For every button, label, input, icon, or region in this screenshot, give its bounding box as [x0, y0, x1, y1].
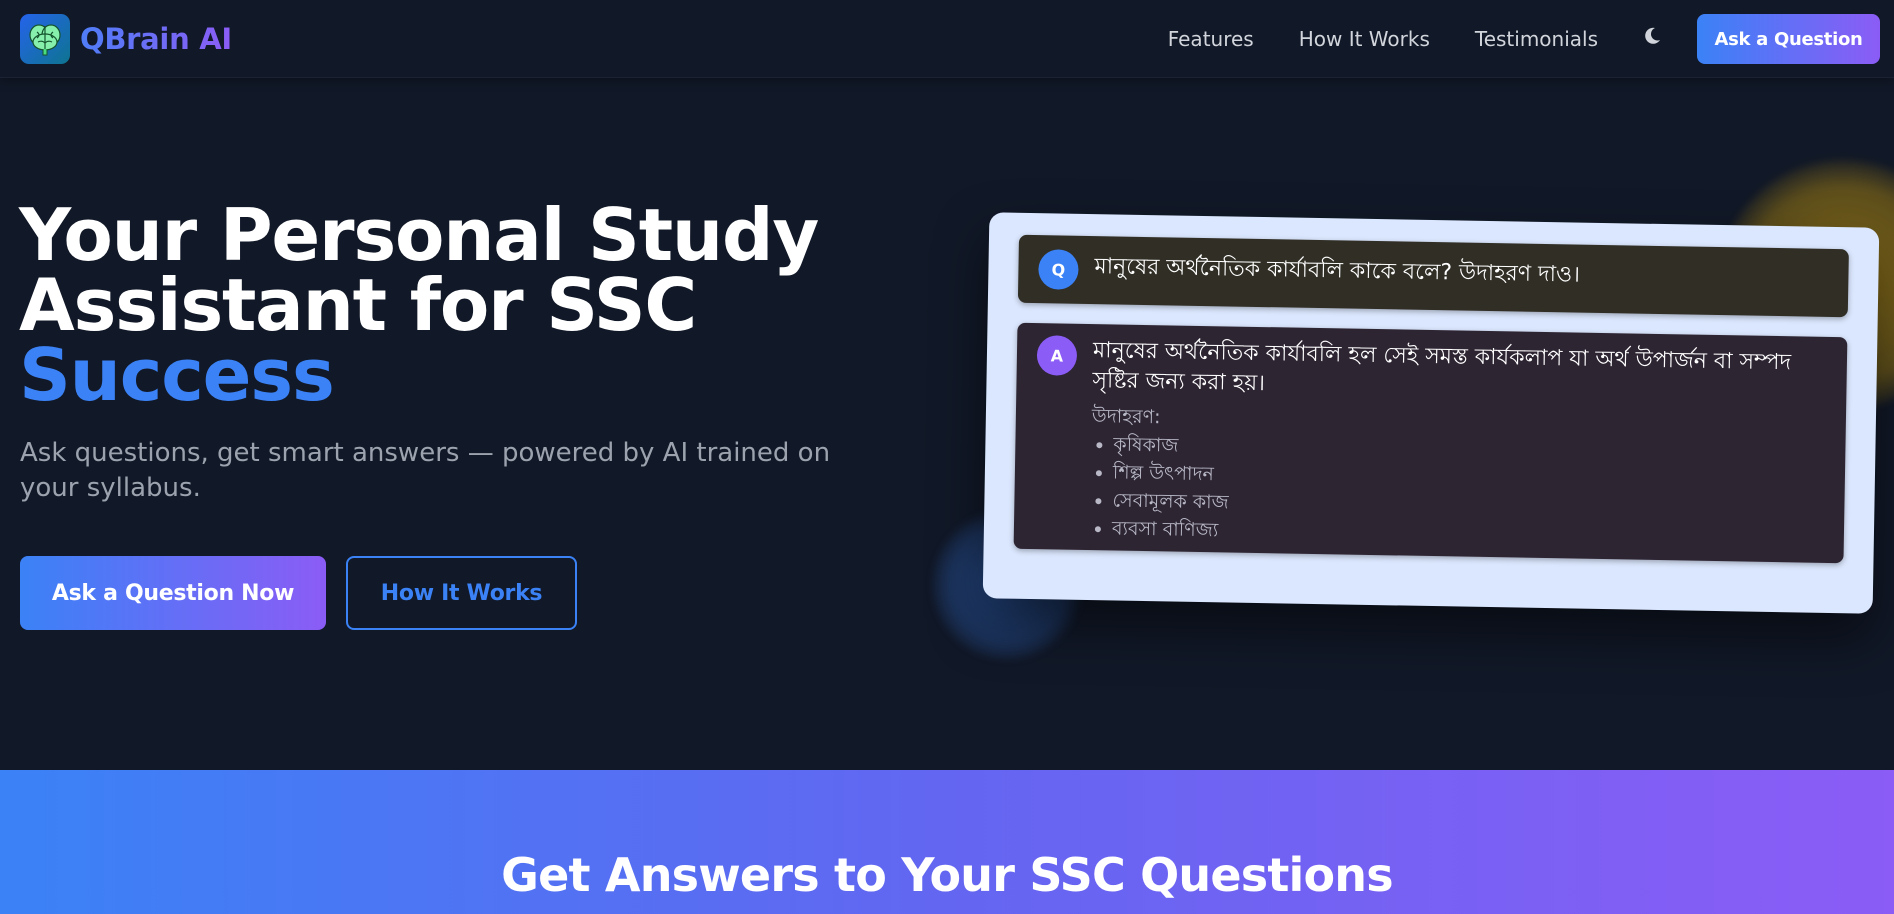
ask-question-nav-button[interactable]: Ask a Question	[1697, 14, 1880, 64]
answer-message: A মানুষের অর্থনৈতিক কার্যাবলি হল সেই সমস…	[1013, 322, 1848, 564]
ask-section: Get Answers to Your SSC Questions	[0, 770, 1894, 914]
nav-link-how-it-works[interactable]: How It Works	[1299, 27, 1430, 51]
hero-title: Your Personal Study Assistant for SSC Su…	[19, 199, 819, 417]
brand-name: QBrain AI	[80, 22, 232, 56]
nav-links: Features How It Works Testimonials Ask a…	[1168, 0, 1894, 78]
how-it-works-button[interactable]: How It Works	[346, 556, 577, 630]
examples-list: কৃষিকাজ শিল্প উৎপাদন সেবামূলক কাজ ব্যবসা…	[1090, 430, 1230, 544]
answer-avatar: A	[1036, 335, 1078, 376]
question-avatar: Q	[1038, 249, 1079, 290]
question-text: মানুষের অর্থনৈতিক কার্যাবলি কাকে বলে? উদ…	[1094, 254, 1581, 288]
section-title: Get Answers to Your SSC Questions	[501, 848, 1394, 902]
question-message: Q মানুষের অর্থনৈতিক কার্যাবলি কাকে বলে? …	[1017, 234, 1849, 318]
navbar: QBrain AI Features How It Works Testimon…	[0, 0, 1894, 78]
hero-subtitle: Ask questions, get smart answers — power…	[20, 438, 831, 503]
list-item: কৃষিকাজ	[1091, 430, 1230, 460]
brain-icon	[20, 14, 70, 64]
list-item: শিল্প উৎপাদন	[1091, 458, 1230, 488]
ask-question-now-button[interactable]: Ask a Question Now	[20, 556, 326, 630]
moon-icon[interactable]	[1641, 25, 1663, 47]
chat-preview-card: Q মানুষের অর্থনৈতিক কার্যাবলি কাকে বলে? …	[982, 212, 1880, 614]
list-item: ব্যবসা বাণিজ্য	[1090, 514, 1229, 544]
list-item: সেবামূলক কাজ	[1090, 486, 1229, 516]
nav-link-testimonials[interactable]: Testimonials	[1475, 27, 1598, 51]
nav-link-features[interactable]: Features	[1168, 27, 1254, 51]
hero-title-accent: Success	[19, 333, 335, 417]
examples-label: উদাহরণ:	[1091, 405, 1161, 429]
answer-text: মানুষের অর্থনৈতিক কার্যাবলি হল সেই সমস্ত…	[1092, 338, 1792, 397]
answer-examples: উদাহরণ: কৃষিকাজ শিল্প উৎপাদন সেবামূলক কা…	[1090, 402, 1231, 544]
brand-logo[interactable]: QBrain AI	[20, 14, 232, 64]
